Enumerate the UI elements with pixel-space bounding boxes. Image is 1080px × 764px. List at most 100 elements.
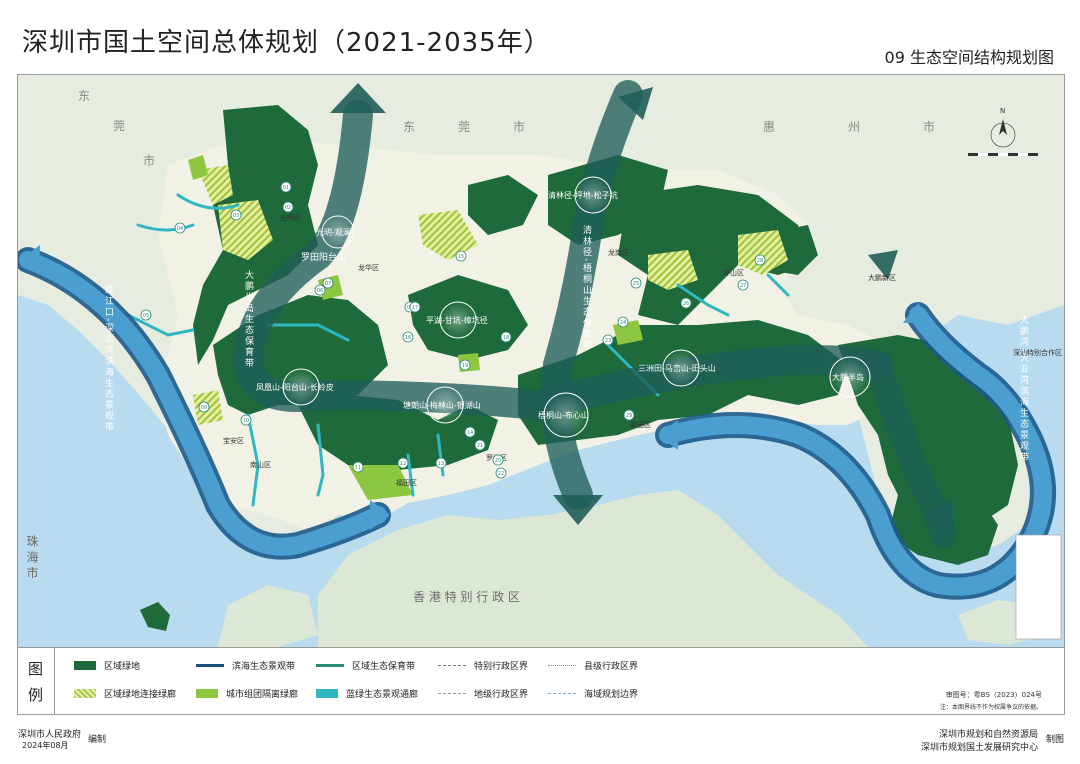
city-label-5: 市 xyxy=(513,119,525,134)
legend-protection-band: 区域生态保育带 xyxy=(316,658,415,672)
band-text-west: 珠江口-深圳湾滨海生态景观带 xyxy=(103,284,114,433)
footer-right-org2: 深圳市规划国土发展研究中心 xyxy=(920,743,1038,753)
corridor-number: 11 xyxy=(355,465,361,471)
legend-city-green: 城市组团隔离绿廊 xyxy=(196,686,298,700)
legend-sea-boundary: 海域规划边界 xyxy=(548,686,638,700)
legend-swatch xyxy=(74,660,96,670)
inset-map xyxy=(1015,534,1062,640)
review-code: 审图号：粤BS（2023）024号 xyxy=(945,691,1042,699)
legend-line xyxy=(438,664,466,666)
district-yantian: 盐田区 xyxy=(630,420,651,429)
band-text-west-chars: 珠江口-深圳湾滨海生态景观带 xyxy=(103,284,114,433)
legend-label: 区域绿地 xyxy=(104,661,141,672)
node-label-3: 清林径-坪地-松子坑 xyxy=(548,190,618,200)
legend-swatch xyxy=(316,688,338,698)
legend-head-1: 图 xyxy=(28,660,44,678)
legend-regional-green: 区域绿地 xyxy=(74,658,140,672)
city-label-3: 东 xyxy=(403,120,415,134)
legend-label: 县级行政区界 xyxy=(584,661,639,672)
node-label-8: 大鹏半岛 xyxy=(832,372,864,382)
band-text-left-chars: 大鹏半岛生态保育带 xyxy=(243,269,254,369)
corridor-number: 15 xyxy=(458,254,464,260)
corridor-number: 17 xyxy=(412,305,418,311)
legend-label: 特别行政区界 xyxy=(474,661,529,672)
district-longgang: 龙岗区 xyxy=(608,248,629,257)
node-label-7: 三洲田-马峦山-田头山 xyxy=(638,363,716,373)
corridor-number: 22 xyxy=(498,471,504,477)
footer-left-org: 深圳市人民政府 xyxy=(18,730,82,740)
legend-label: 区域生态保育带 xyxy=(352,661,416,672)
legend: 图 例 区域绿地 区域绿地连接绿廊 滨海生态景观带 城市组团隔离绿廊 区域生态保… xyxy=(17,648,1065,715)
band-text-mid: 清林径-梧桐山生态保育带 xyxy=(581,224,592,351)
corridor-number: 27 xyxy=(740,283,746,289)
district-longhua: 龙华区 xyxy=(358,263,379,272)
corridor-number: 29 xyxy=(626,413,632,419)
legend-county-boundary: 县级行政区界 xyxy=(548,658,638,672)
legend-line xyxy=(548,664,576,666)
legend-sar-boundary: 特别行政区界 xyxy=(438,658,528,672)
review-note: 注：本图界线不作为权属争议的依据。 xyxy=(939,704,1042,711)
north-label: N xyxy=(1000,107,1005,115)
city-label-2: 市 xyxy=(143,153,155,168)
footer-right-action: 制图 xyxy=(1045,735,1064,745)
node-label-2: 平湖-甘坑-樟坑径 xyxy=(426,315,488,325)
corridor-number: 21 xyxy=(477,443,483,449)
legend-coastal-band: 滨海生态景观带 xyxy=(196,658,295,672)
corridor-number: 06 xyxy=(317,288,323,294)
footer-left-date: 2024年08月 xyxy=(22,741,69,750)
node-label-4: 凤凰山-阳台山-长岭皮 xyxy=(256,382,334,392)
legend-line xyxy=(196,660,224,670)
legend-blue-green: 蓝绿生态景观通廊 xyxy=(316,686,418,700)
legend-city-boundary: 地级行政区界 xyxy=(438,686,528,700)
band-text-mid-chars: 清林径-梧桐山生态保育带 xyxy=(581,224,592,351)
district-dapeng: 大鹏新区 xyxy=(868,273,896,282)
district-guangming: 光明区 xyxy=(280,213,301,222)
band-text-east: 大鹏湾-大亚湾滨海生态景观带 xyxy=(1018,314,1029,463)
node-label-1: 光明-观澜 xyxy=(316,227,351,237)
corridor-number: 05 xyxy=(143,313,149,319)
district-baoan: 宝安区 xyxy=(223,436,244,445)
corridor-number: 23 xyxy=(605,338,611,344)
district-nanshan: 南山区 xyxy=(250,460,271,469)
corridor-number: 20 xyxy=(495,458,501,464)
city-label-0: 东 xyxy=(78,89,90,103)
legend-line xyxy=(548,692,576,694)
map-canvas: 光明-观澜 平湖-甘坑-樟坑径 清林径-坪地-松子坑 凤凰山-阳台山-长岭皮 塘… xyxy=(17,74,1065,648)
map-subtitle: 09 生态空间结构规划图 xyxy=(884,48,1054,67)
band-text-top-chars: 罗田阳台山 xyxy=(301,251,346,263)
legend-swatch xyxy=(196,688,218,698)
corridor-number: 02 xyxy=(285,205,291,211)
legend-label: 区域绿地连接绿廊 xyxy=(104,689,177,700)
city-label-6: 惠 xyxy=(763,120,775,134)
legend-label: 城市组团隔离绿廊 xyxy=(226,689,299,700)
legend-label: 蓝绿生态景观通廊 xyxy=(346,689,419,700)
legend-swatch xyxy=(74,688,96,698)
legend-head: 图 例 xyxy=(18,648,55,714)
band-text-east-chars: 大鹏湾-大亚湾滨海生态景观带 xyxy=(1018,314,1029,463)
band-text-left: 大鹏半岛生态保育带 xyxy=(243,269,254,369)
city-label-7: 州 xyxy=(848,120,860,134)
legend-label: 地级行政区界 xyxy=(474,689,529,700)
band-text-top: 罗田阳台山 xyxy=(301,251,346,263)
corridor-number: 26 xyxy=(683,301,689,307)
city-label-4: 莞 xyxy=(458,120,470,134)
district-futian: 福田区 xyxy=(396,478,417,487)
legend-line xyxy=(438,692,466,694)
corridor-number: 01 xyxy=(283,185,289,191)
corridor-number: 04 xyxy=(177,226,183,232)
corridor-number: 10 xyxy=(243,418,249,424)
corridor-number: 19 xyxy=(462,363,468,369)
footer-left-action: 编制 xyxy=(88,735,107,745)
corridor-number: 16 xyxy=(405,335,411,341)
city-label-8: 市 xyxy=(923,119,935,134)
corridor-number: 03 xyxy=(233,213,239,219)
corridor-number: 18 xyxy=(503,335,509,341)
legend-head-2: 例 xyxy=(28,686,44,704)
corridor-number: 09 xyxy=(201,405,207,411)
corridor-number: 12 xyxy=(400,461,406,467)
page-title: 深圳市国土空间总体规划（2021-2035年） xyxy=(22,28,551,58)
zhuhai-label-0: 珠 海 市 xyxy=(25,535,39,579)
legend-label: 滨海生态景观带 xyxy=(232,661,296,672)
legend-line xyxy=(316,660,344,670)
legend-label: 海域规划边界 xyxy=(584,689,639,700)
